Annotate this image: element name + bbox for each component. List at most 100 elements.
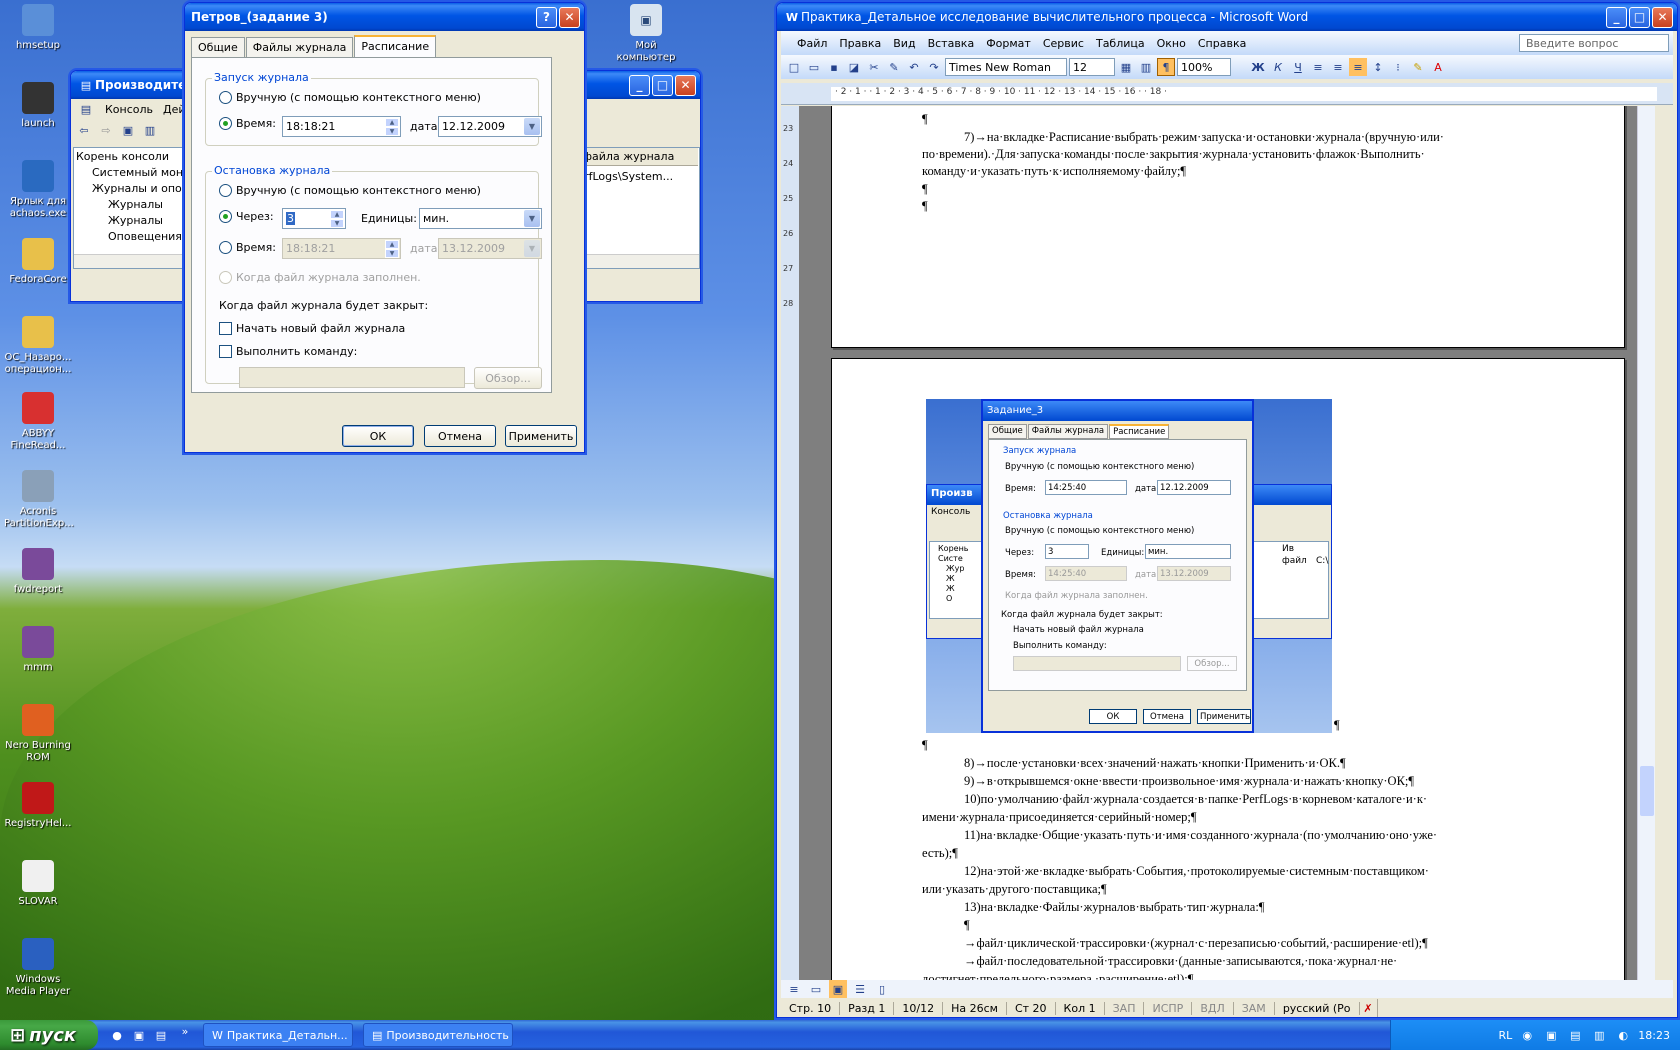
- log-properties-dialog[interactable]: Петров_(задание 3) ? ✕ Общие Файлы журна…: [184, 2, 585, 453]
- start-time-radio[interactable]: [219, 117, 232, 130]
- perf-menu-console[interactable]: Консоль: [105, 103, 153, 116]
- page-1[interactable]: ¶ 7)→на·вкладке·Расписание·выбрать·режим·…: [831, 106, 1625, 348]
- zoom-select[interactable]: 100%: [1177, 58, 1231, 76]
- format-painter-icon[interactable]: ✎: [885, 58, 903, 76]
- desktop-shortcut[interactable]: Acronis PartitionExp...: [4, 470, 74, 530]
- bold-icon[interactable]: Ж: [1249, 58, 1267, 76]
- desktop-shortcut[interactable]: ABBYY FineRead...: [4, 392, 72, 452]
- stop-after-option[interactable]: Через:: [219, 210, 274, 223]
- start-manual-radio[interactable]: [219, 91, 232, 104]
- word-titlebar[interactable]: W Практика_Детальное исследование вычисл…: [777, 3, 1677, 31]
- tree-item[interactable]: Журналы: [108, 214, 163, 227]
- cancel-button[interactable]: Отмена: [424, 425, 496, 447]
- minimize-button[interactable]: _: [629, 74, 650, 96]
- desktop-shortcut[interactable]: mmm: [4, 626, 72, 674]
- font-name-select[interactable]: Times New Roman: [945, 58, 1067, 76]
- normal-view-icon[interactable]: ≡: [785, 980, 803, 998]
- font-color-icon[interactable]: A: [1429, 58, 1447, 76]
- desktop-shortcut[interactable]: fwdreport: [4, 548, 72, 596]
- highlight-icon[interactable]: ✎: [1409, 58, 1427, 76]
- show-tree-icon[interactable]: ▥: [141, 121, 159, 139]
- clock[interactable]: 18:23: [1638, 1029, 1670, 1042]
- open-icon[interactable]: ▭: [805, 58, 823, 76]
- status-rec[interactable]: ЗАП: [1105, 1001, 1145, 1015]
- save-icon[interactable]: ▪: [825, 58, 843, 76]
- start-time-spinner[interactable]: ▲ ▼: [385, 118, 399, 136]
- minimize-button[interactable]: _: [1606, 6, 1627, 28]
- up-folder-icon[interactable]: ▣: [119, 121, 137, 139]
- start-button[interactable]: ⊞ пуск: [0, 1020, 98, 1050]
- ask-question-box[interactable]: Введите вопрос: [1519, 34, 1669, 52]
- word-menu-item[interactable]: Справка: [1192, 35, 1252, 52]
- start-date-field[interactable]: 12.12.2009 ▼: [438, 116, 542, 137]
- desktop-shortcut[interactable]: launch: [4, 82, 72, 130]
- print-view-icon[interactable]: ▣: [829, 980, 847, 998]
- forward-arrow-icon[interactable]: ⇨: [97, 121, 115, 139]
- stop-after-radio[interactable]: [219, 210, 232, 223]
- desktop-shortcut[interactable]: RegistryHel...: [4, 782, 72, 830]
- word-window[interactable]: W Практика_Детальное исследование вычисл…: [776, 2, 1678, 1018]
- desktop-shortcut[interactable]: Ярлык для achaos.exe: [4, 160, 72, 220]
- outline-view-icon[interactable]: ☰: [851, 980, 869, 998]
- start-time-field[interactable]: 18:18:21 ▲ ▼: [282, 116, 401, 137]
- desktop-shortcut[interactable]: hmsetup: [4, 4, 72, 52]
- run-cmd-checkbox[interactable]: [219, 345, 232, 358]
- tab-log-files[interactable]: Файлы журнала: [245, 37, 354, 58]
- horizontal-ruler[interactable]: · 2 · 1 · · 1 · 2 · 3 · 4 · 5 · 6 · 7 · …: [781, 83, 1673, 105]
- word-menu-item[interactable]: Вид: [887, 35, 921, 52]
- desktop-shortcut[interactable]: Nero Burning ROM: [4, 704, 72, 764]
- vertical-ruler[interactable]: 23 24 25 26 27 28: [781, 106, 799, 980]
- word-menu-item[interactable]: Сервис: [1037, 35, 1090, 52]
- line-spacing-icon[interactable]: ↕: [1369, 58, 1387, 76]
- new-doc-icon[interactable]: □: [785, 58, 803, 76]
- document-area[interactable]: 23 24 25 26 27 28 ¶ 7)→на·вкладке·Расписание·в…: [781, 106, 1655, 980]
- tray-icon-3[interactable]: ▤: [1566, 1026, 1584, 1044]
- tray-icon-1[interactable]: ◉: [1518, 1026, 1536, 1044]
- tab-general[interactable]: Общие: [191, 37, 245, 58]
- underline-icon[interactable]: Ч: [1289, 58, 1307, 76]
- web-view-icon[interactable]: ▭: [807, 980, 825, 998]
- word-menu-item[interactable]: Файл: [791, 35, 833, 52]
- dialog-titlebar[interactable]: Петров_(задание 3) ? ✕: [185, 3, 584, 31]
- status-trk[interactable]: ИСПР: [1144, 1001, 1193, 1015]
- desktop-shortcut[interactable]: FedoraCore: [4, 238, 72, 286]
- language-indicator[interactable]: RL: [1499, 1029, 1513, 1042]
- cut-icon[interactable]: ✂: [865, 58, 883, 76]
- numbering-icon[interactable]: ⁝: [1389, 58, 1407, 76]
- print-preview-icon[interactable]: ◪: [845, 58, 863, 76]
- align-left-icon[interactable]: ≡: [1309, 58, 1327, 76]
- table-icon[interactable]: ▦: [1117, 58, 1135, 76]
- undo-icon[interactable]: ↶: [905, 58, 923, 76]
- redo-icon[interactable]: ↷: [925, 58, 943, 76]
- desktop-shortcut[interactable]: ОС_Назаро... операцион...: [4, 316, 72, 376]
- new-file-checkbox[interactable]: [219, 322, 232, 335]
- desktop-shortcut[interactable]: SLOVAR: [4, 860, 72, 908]
- volume-icon[interactable]: ◐: [1614, 1026, 1632, 1044]
- vertical-scrollbar[interactable]: [1637, 106, 1655, 980]
- chevron-down-icon[interactable]: ▼: [524, 118, 540, 135]
- tray-icon-2[interactable]: ▣: [1542, 1026, 1560, 1044]
- units-select[interactable]: мин. ▼: [419, 208, 542, 229]
- chevron-down-icon[interactable]: ▼: [524, 210, 540, 227]
- tab-schedule[interactable]: Расписание: [354, 35, 437, 58]
- stop-time-option[interactable]: Время:: [219, 241, 276, 254]
- taskbar-perf-button[interactable]: ▤ Производительность: [363, 1023, 513, 1047]
- word-menu-item[interactable]: Формат: [980, 35, 1037, 52]
- italic-icon[interactable]: К: [1269, 58, 1287, 76]
- spellcheck-icon[interactable]: ✗: [1360, 999, 1378, 1017]
- stop-after-field[interactable]: 3 ▲ ▼: [282, 208, 346, 229]
- scroll-thumb[interactable]: [1640, 766, 1654, 816]
- help-button[interactable]: ?: [536, 6, 557, 28]
- show-marks-icon[interactable]: ¶: [1157, 58, 1175, 76]
- page-2[interactable]: Произв Консоль Корень Систе Жур Ж Ж О Ив файл…: [831, 358, 1625, 980]
- desktop-shortcut[interactable]: Windows Media Player: [4, 938, 72, 998]
- justify-icon[interactable]: ≡: [1349, 58, 1367, 76]
- word-menu-item[interactable]: Вставка: [922, 35, 981, 52]
- word-menu-item[interactable]: Таблица: [1090, 35, 1151, 52]
- status-ovr[interactable]: ЗАМ: [1234, 1001, 1275, 1015]
- close-button[interactable]: ✕: [1652, 6, 1673, 28]
- tray-icon-4[interactable]: ▥: [1590, 1026, 1608, 1044]
- font-size-select[interactable]: 12: [1069, 58, 1115, 76]
- new-file-option[interactable]: Начать новый файл журнала: [219, 322, 405, 335]
- chevron-right-icon[interactable]: »: [176, 1022, 194, 1040]
